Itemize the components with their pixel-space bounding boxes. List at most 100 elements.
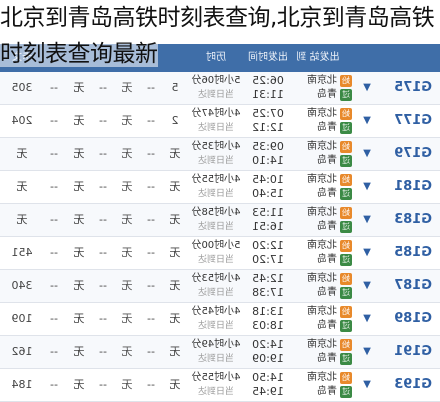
- table-row[interactable]: G187 ▼ 始过北京南 青岛 12:45 17:38 4小时53分 当日到达 无 -- 无 -- 无 -…: [0, 270, 440, 303]
- seat-price: 109: [11, 312, 33, 325]
- departure-time: 12:45: [252, 272, 284, 285]
- duration: 4小时47分: [191, 108, 241, 119]
- from-station: 北京南: [307, 273, 337, 284]
- train-number-link[interactable]: G191: [376, 336, 432, 368]
- arrival-time: 19:45: [252, 385, 284, 398]
- seat-count: --: [50, 312, 58, 325]
- seat-count: --: [50, 345, 58, 358]
- seat-count: --: [99, 213, 107, 226]
- chevron-down-icon[interactable]: ▼: [360, 369, 374, 401]
- pass-station-icon: 过: [340, 89, 352, 101]
- train-number-link[interactable]: G185: [376, 237, 432, 269]
- to-station: 青岛: [317, 254, 337, 265]
- table-row[interactable]: G189 ▼ 始过北京南 青岛 13:18 18:03 4小时45分 当日到达 无 -- 无 -- 无 -…: [0, 303, 440, 336]
- arrival-day: 当日到达: [198, 189, 235, 199]
- chevron-down-icon[interactable]: ▼: [360, 237, 374, 269]
- seat-count: 无: [169, 246, 181, 259]
- table-row[interactable]: G181 ▼ 始过北京南 青岛 10:45 15:40 4小时55分 当日到达 无 -- 无 -- 无 -…: [0, 171, 440, 204]
- seat-count: 无: [169, 279, 181, 292]
- seat-count: --: [50, 147, 58, 160]
- seat-count: --: [99, 378, 107, 391]
- start-station-icon: 始: [340, 273, 352, 285]
- train-number-link[interactable]: G183: [376, 204, 432, 236]
- train-number-link[interactable]: G193: [376, 369, 432, 401]
- table-row[interactable]: G191 ▼ 始过北京南 青岛 14:20 19:09 4小时49分 当日到达 无 -- 无 -- 无 -…: [0, 336, 440, 369]
- arrival-day: 当日到达: [198, 222, 235, 232]
- train-number-link[interactable]: G177: [376, 105, 432, 137]
- seat-count: --: [147, 246, 155, 259]
- seat-price: 无: [16, 147, 28, 160]
- train-number-link[interactable]: G187: [376, 270, 432, 302]
- seat-count: 无: [169, 180, 181, 193]
- duration: 4小时55分: [191, 372, 241, 383]
- seat-count: 无: [121, 213, 133, 226]
- start-station-icon: 始: [340, 75, 352, 87]
- start-station-icon: 始: [340, 306, 352, 318]
- chevron-down-icon[interactable]: ▼: [360, 72, 374, 104]
- seat-count: 无: [121, 81, 133, 94]
- arrival-day: 当日到达: [198, 387, 235, 397]
- seat-price: 162: [11, 345, 33, 358]
- seat-count: --: [99, 180, 107, 193]
- seat-count: --: [50, 378, 58, 391]
- seat-count: --: [147, 345, 155, 358]
- seat-count: --: [99, 312, 107, 325]
- chevron-down-icon[interactable]: ▼: [360, 270, 374, 302]
- seat-count: --: [50, 213, 58, 226]
- pass-station-icon: 过: [340, 155, 352, 167]
- departure-time: 09:35: [252, 140, 284, 153]
- table-row[interactable]: G175 ▼ 始过北京南 青岛 06:25 11:31 5小时06分 当日到达 5 -- 无 -- 无 -…: [0, 72, 440, 105]
- seat-count: --: [99, 246, 107, 259]
- departure-time: 07:25: [252, 107, 284, 120]
- table-row[interactable]: G183 ▼ 始过北京南 青岛 11:53 16:51 4小时58分 当日到达 无 -- 无 -- 无 -…: [0, 204, 440, 237]
- table-row[interactable]: G179 ▼ 始过北京南 青岛 09:35 14:10 4小时35分 当日到达 无 -- 无 -- 无 -…: [0, 138, 440, 171]
- pass-station-icon: 过: [340, 221, 352, 233]
- seat-count: --: [147, 180, 155, 193]
- train-number-link[interactable]: G181: [376, 171, 432, 203]
- seat-count: 无: [121, 147, 133, 160]
- seat-count: 无: [73, 279, 85, 292]
- pass-station-icon: 过: [340, 320, 352, 332]
- table-row[interactable]: G185 ▼ 始过北京南 青岛 12:20 17:20 5小时00分 当日到达 无 -- 无 -- 无 -…: [0, 237, 440, 270]
- seat-count: --: [147, 114, 155, 127]
- seat-count: 无: [121, 345, 133, 358]
- train-number-link[interactable]: G189: [376, 303, 432, 335]
- start-station-icon: 始: [340, 207, 352, 219]
- seat-price: 无: [16, 180, 28, 193]
- duration: 5小时00分: [191, 240, 241, 251]
- arrival-day: 当日到达: [198, 90, 235, 100]
- start-station-icon: 始: [340, 372, 352, 384]
- seat-count: --: [147, 147, 155, 160]
- seat-price: 184: [11, 378, 33, 391]
- pass-station-icon: 过: [340, 353, 352, 365]
- to-station: 青岛: [317, 155, 337, 166]
- duration: 5小时06分: [191, 75, 241, 86]
- seat-count: --: [147, 279, 155, 292]
- arrival-day: 当日到达: [198, 354, 235, 364]
- duration: 4小时35分: [191, 141, 241, 152]
- seat-count: 无: [121, 279, 133, 292]
- chevron-down-icon[interactable]: ▼: [360, 138, 374, 170]
- chevron-down-icon[interactable]: ▼: [360, 303, 374, 335]
- arrival-day: 当日到达: [198, 123, 235, 133]
- train-number-link[interactable]: G175: [376, 72, 432, 104]
- to-station: 青岛: [317, 320, 337, 331]
- table-row[interactable]: G177 ▼ 始过北京南 青岛 07:25 12:12 4小时47分 当日到达 2 -- 无 -- 无 -…: [0, 105, 440, 138]
- arrival-time: 18:03: [252, 319, 284, 332]
- arrival-time: 16:51: [252, 220, 284, 233]
- table-row[interactable]: G193 ▼ 始过北京南 青岛 14:50 19:45 4小时55分 当日到达 无 -- 无 -- 无 -…: [0, 369, 440, 402]
- chevron-down-icon[interactable]: ▼: [360, 204, 374, 236]
- chevron-down-icon[interactable]: ▼: [360, 336, 374, 368]
- duration: 4小时58分: [191, 207, 241, 218]
- to-station: 青岛: [317, 287, 337, 298]
- arrival-time: 12:12: [252, 121, 284, 134]
- chevron-down-icon[interactable]: ▼: [360, 171, 374, 203]
- chevron-down-icon[interactable]: ▼: [360, 105, 374, 137]
- seat-price: 204: [11, 114, 33, 127]
- start-station-icon: 始: [340, 339, 352, 351]
- seat-count: 5: [171, 81, 179, 94]
- departure-time: 13:18: [252, 305, 284, 318]
- arrival-day: 当日到达: [198, 255, 235, 265]
- train-number-link[interactable]: G179: [376, 138, 432, 170]
- seat-count: 无: [73, 246, 85, 259]
